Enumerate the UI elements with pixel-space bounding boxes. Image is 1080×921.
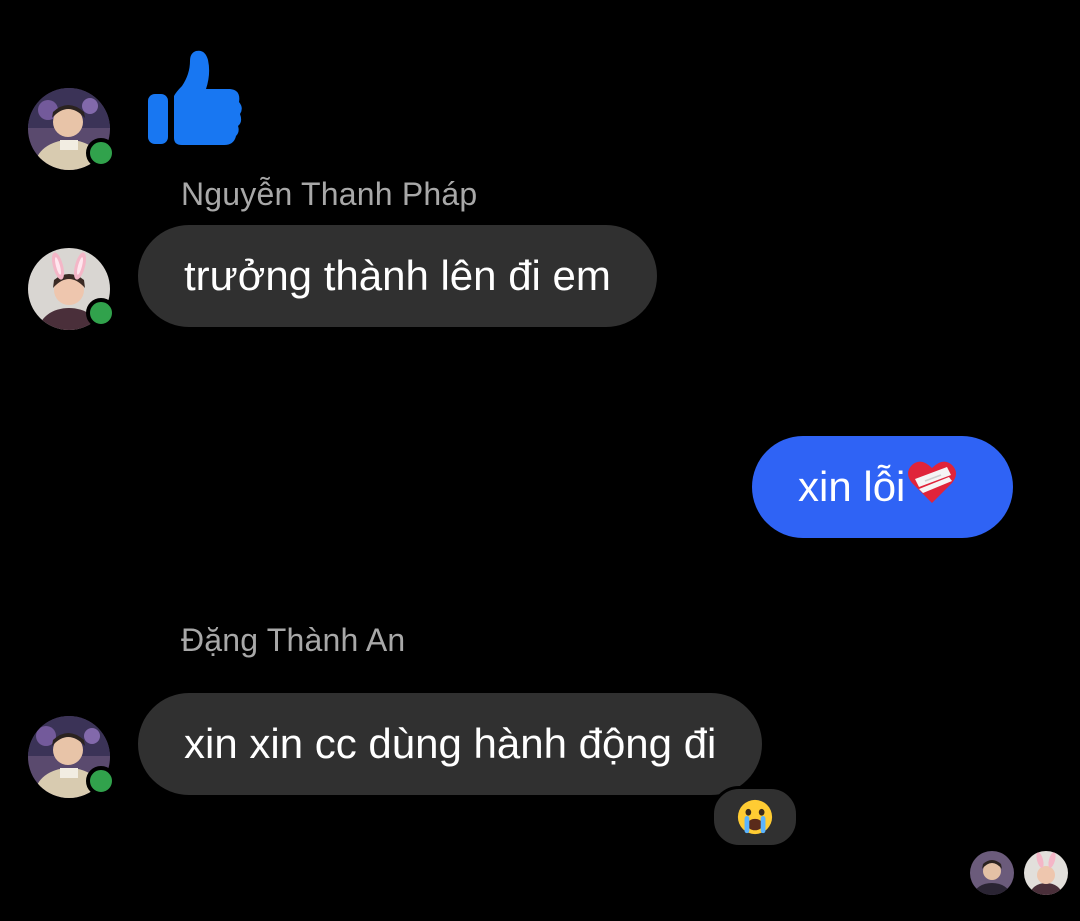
online-status-dot [86, 766, 116, 796]
thumbs-up-icon[interactable] [146, 46, 244, 148]
avatar[interactable] [28, 248, 116, 330]
mending-heart-icon [907, 459, 957, 515]
message-text: xin lỗi [798, 463, 906, 510]
message-text: trưởng thành lên đi em [184, 252, 611, 299]
message-bubble[interactable]: trưởng thành lên đi em [138, 225, 657, 327]
read-receipt-avatar [970, 851, 1014, 895]
sender-name: Đặng Thành An [181, 622, 406, 658]
message-bubble-outgoing[interactable]: xin lỗi [752, 436, 1013, 538]
message-text: xin xin cc dùng hành động đi [184, 720, 717, 767]
message-reaction[interactable] [711, 786, 799, 848]
online-status-dot [86, 298, 116, 328]
online-status-dot [86, 138, 116, 168]
read-receipt-avatar [1024, 851, 1068, 895]
crying-face-icon [737, 799, 773, 835]
sender-name: Nguyễn Thanh Pháp [181, 176, 478, 212]
avatar[interactable] [28, 716, 116, 798]
message-bubble[interactable]: xin xin cc dùng hành động đi [138, 693, 763, 795]
avatar[interactable] [28, 88, 116, 170]
